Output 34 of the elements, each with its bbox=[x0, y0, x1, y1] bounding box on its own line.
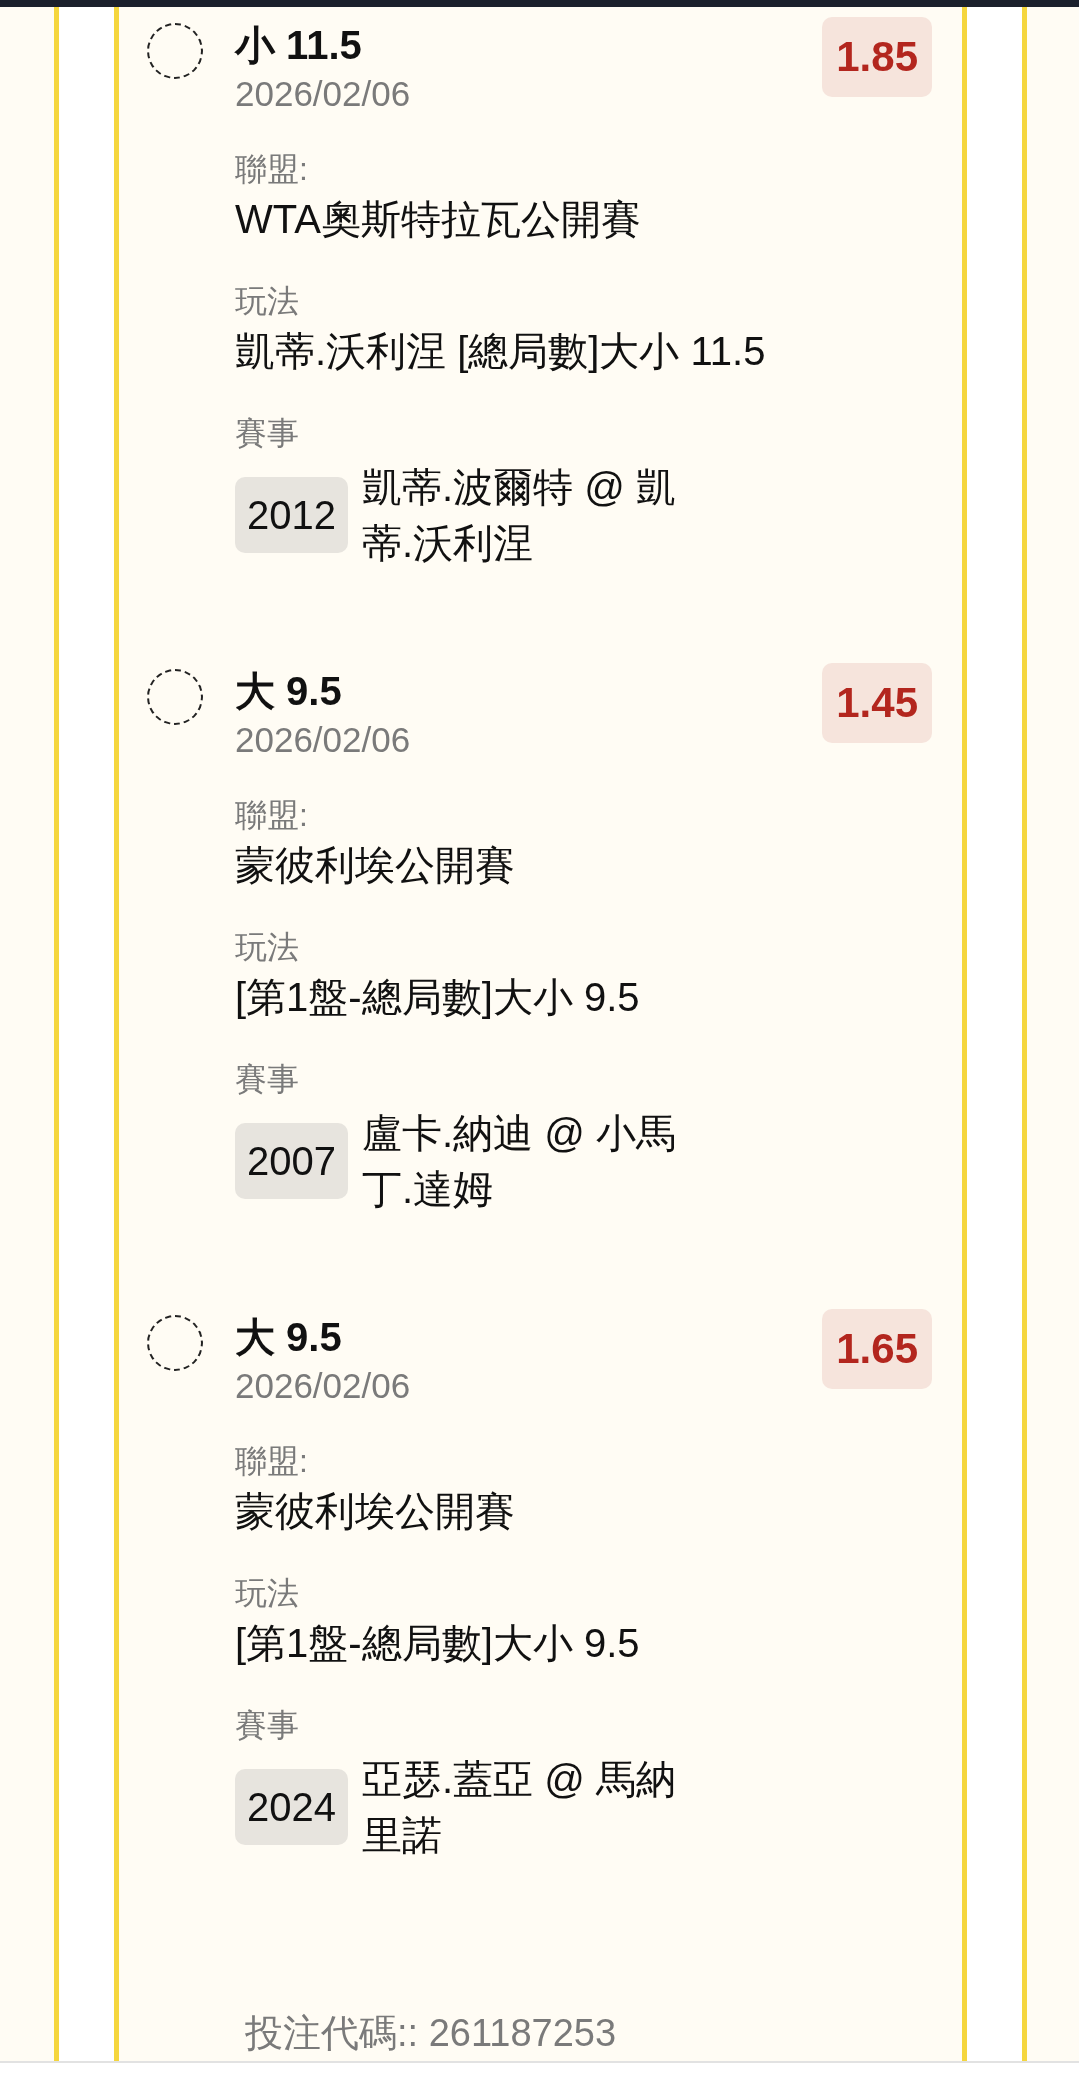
play-label: 玩法 bbox=[235, 928, 300, 967]
select-radio[interactable] bbox=[147, 23, 203, 79]
play-type: [第1盤-總局數]大小 9.5 bbox=[235, 974, 641, 1021]
select-radio[interactable] bbox=[147, 1315, 203, 1371]
league-label: 聯盟: bbox=[235, 796, 309, 835]
bet-pick: 大 9.5 bbox=[235, 668, 343, 715]
match-code-badge: 2024 bbox=[235, 1769, 348, 1845]
odds-badge: 1.65 bbox=[822, 1309, 932, 1389]
match-label: 賽事 bbox=[235, 414, 300, 453]
play-type: 凱蒂.沃利涅 [總局數]大小 11.5 bbox=[235, 328, 767, 375]
bet-pick: 大 9.5 bbox=[235, 1314, 343, 1361]
bet-date: 2026/02/06 bbox=[235, 1365, 412, 1407]
match-teams: 盧卡.納迪 @ 小馬丁.達姆 bbox=[362, 1110, 677, 1213]
match-teams: 凱蒂.波爾特 @ 凱蒂.沃利涅 bbox=[362, 464, 677, 567]
match-label: 賽事 bbox=[235, 1060, 300, 1099]
bet-code: 投注代碼:: 261187253 bbox=[244, 2011, 618, 2055]
league-label: 聯盟: bbox=[235, 1442, 309, 1481]
play-label: 玩法 bbox=[235, 282, 300, 321]
league-name: 蒙彼利埃公開賽 bbox=[235, 1488, 516, 1535]
match-label: 賽事 bbox=[235, 1706, 300, 1745]
play-label: 玩法 bbox=[235, 1574, 300, 1613]
bet-date: 2026/02/06 bbox=[235, 719, 412, 761]
match-code-badge: 2007 bbox=[235, 1123, 348, 1199]
match-code-badge: 2012 bbox=[235, 477, 348, 553]
league-name: WTA奧斯特拉瓦公開賽 bbox=[235, 196, 642, 243]
bet-date: 2026/02/06 bbox=[235, 73, 412, 115]
bet-pick: 小 11.5 bbox=[235, 22, 363, 69]
odds-badge: 1.85 bbox=[822, 17, 932, 97]
play-type: [第1盤-總局數]大小 9.5 bbox=[235, 1620, 641, 1667]
league-label: 聯盟: bbox=[235, 150, 309, 189]
select-radio[interactable] bbox=[147, 669, 203, 725]
league-name: 蒙彼利埃公開賽 bbox=[235, 842, 516, 889]
odds-badge: 1.45 bbox=[822, 663, 932, 743]
match-teams: 亞瑟.蓋亞 @ 馬納里諾 bbox=[362, 1756, 677, 1859]
